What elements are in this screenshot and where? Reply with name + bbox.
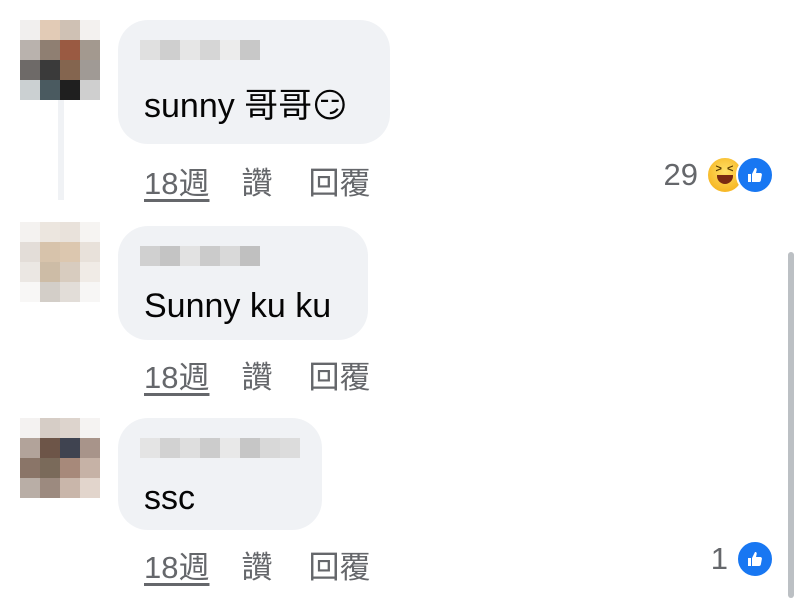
author-name-blurred[interactable] [140, 40, 260, 60]
scrollbar[interactable] [788, 252, 794, 598]
comment-actions: 18週 讚 回覆 [144, 352, 370, 397]
timestamp-link[interactable]: 18週 [144, 158, 209, 203]
reply-button[interactable]: 回覆 [308, 158, 370, 203]
like-icon [736, 156, 774, 194]
comment-actions: 18週 讚 回覆 [144, 158, 370, 203]
like-button[interactable]: 讚 [241, 542, 272, 587]
reaction-count: 29 [663, 157, 698, 192]
comment-text: sunny 哥哥😏 [144, 87, 348, 125]
comment-bubble: Sunny ku ku [118, 226, 368, 340]
reply-button[interactable]: 回覆 [308, 542, 370, 587]
thread-line [58, 100, 64, 200]
comment-item: sunny 哥哥😏 18週 讚 回覆 29 [0, 0, 800, 203]
reaction-summary[interactable]: 1 [711, 540, 774, 578]
reaction-count: 1 [710, 541, 728, 576]
author-name-blurred[interactable] [140, 246, 260, 266]
comment-bubble: sunny 哥哥😏 [118, 20, 390, 144]
like-button[interactable]: 讚 [241, 352, 272, 397]
comment-bubble: ssc [118, 418, 322, 530]
comment-actions: 18週 讚 回覆 [144, 542, 370, 587]
author-name-blurred[interactable] [140, 438, 300, 458]
reaction-summary[interactable]: 29 [664, 156, 774, 194]
like-icon [736, 540, 774, 578]
avatar[interactable] [20, 418, 100, 498]
comment-text: ssc [144, 479, 195, 517]
like-button[interactable]: 讚 [241, 158, 272, 203]
timestamp-link[interactable]: 18週 [144, 542, 209, 587]
comment-item: Sunny ku ku 18週 讚 回覆 [0, 200, 800, 400]
comment-text: Sunny ku ku [144, 287, 332, 325]
avatar[interactable] [20, 222, 100, 302]
avatar[interactable] [20, 20, 100, 100]
comment-item: ssc 18週 讚 回覆 1 [0, 400, 800, 598]
timestamp-link[interactable]: 18週 [144, 352, 209, 397]
reply-button[interactable]: 回覆 [308, 352, 370, 397]
